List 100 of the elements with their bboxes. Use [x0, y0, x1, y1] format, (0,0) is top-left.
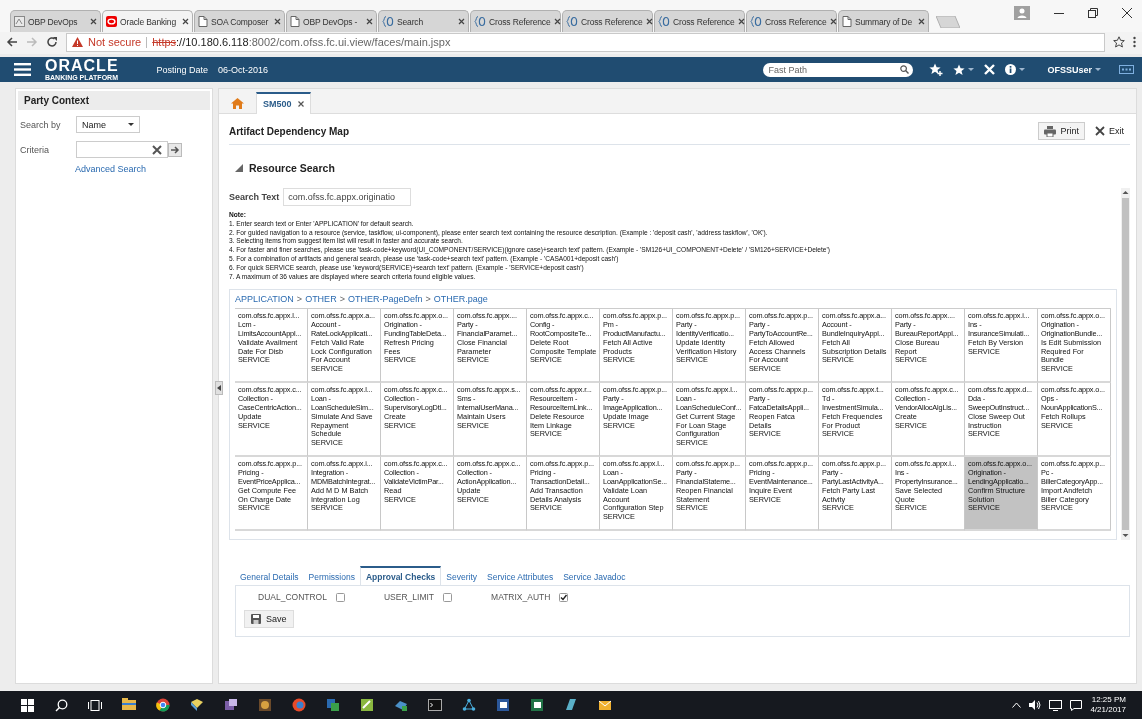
security-warning: Not secure: [88, 36, 142, 48]
close-icon[interactable]: [297, 101, 304, 107]
favorites-icon[interactable]: [953, 63, 966, 76]
app-icon[interactable]: [224, 698, 238, 712]
keyboard-icon[interactable]: [1119, 65, 1134, 74]
brace-icon: [658, 16, 670, 27]
app-icon[interactable]: [564, 698, 578, 712]
brace-icon: [750, 16, 762, 27]
search-by-dropdown[interactable]: Name: [76, 116, 140, 133]
breadcrumb-separator: >: [339, 294, 345, 305]
detail-tab[interactable]: Approval Checks: [359, 566, 442, 587]
document-icon: [198, 16, 208, 27]
search-icon[interactable]: [54, 698, 68, 712]
caret-icon: [968, 68, 975, 71]
scroll-down-icon[interactable]: [1122, 533, 1129, 539]
collapse-handle[interactable]: [215, 381, 223, 395]
browser-tab[interactable]: Cross Reference: [746, 10, 837, 32]
checkbox[interactable]: [559, 592, 569, 602]
close-icon[interactable]: [918, 18, 925, 25]
close-icon[interactable]: [366, 18, 373, 25]
browser-tab[interactable]: OBP DevOps -: [286, 10, 377, 32]
checkbox[interactable]: [335, 592, 345, 602]
go-button[interactable]: [168, 142, 182, 157]
scroll-up-icon[interactable]: [1122, 190, 1129, 195]
criteria-field[interactable]: [76, 141, 168, 158]
clock-time: 12:25 PM: [1091, 695, 1126, 705]
browser-tab[interactable]: Cross Reference: [654, 10, 745, 32]
bookmark-star-icon[interactable]: [1113, 36, 1125, 48]
browser-tab[interactable]: SOA Composer: [194, 10, 285, 32]
folder-icon[interactable]: [122, 698, 136, 712]
envelope-icon[interactable]: [598, 698, 612, 712]
windows-logo-icon[interactable]: [20, 698, 34, 712]
print-button[interactable]: Print: [1038, 122, 1085, 140]
brace-icon: [474, 16, 486, 27]
close-icon[interactable]: [737, 18, 745, 25]
browser-tab[interactable]: Search: [378, 10, 469, 32]
breadcrumb-link[interactable]: APPLICATION: [235, 294, 294, 305]
breadcrumb-link[interactable]: OTHER: [305, 294, 337, 305]
detail-tab[interactable]: General Details: [235, 566, 304, 586]
terminal-icon[interactable]: [428, 698, 442, 712]
field-label: Search by: [20, 119, 62, 130]
detail-tab[interactable]: Service Attributes: [482, 566, 559, 586]
app-icon[interactable]: [258, 698, 272, 712]
close-icon[interactable]: [645, 18, 653, 25]
close-icon[interactable]: [182, 18, 189, 25]
chevron-up-icon[interactable]: [1012, 702, 1022, 708]
brace-icon: [382, 16, 394, 27]
detail-tab[interactable]: Severity: [441, 566, 483, 586]
fast-path-field[interactable]: Fast Path: [763, 62, 914, 77]
back-icon[interactable]: [6, 36, 18, 48]
network-icon[interactable]: [1049, 699, 1063, 711]
notification-icon[interactable]: [1070, 699, 1083, 711]
browser-tab[interactable]: Cross Reference: [562, 10, 653, 32]
browser-tab[interactable]: Summary of De: [838, 10, 929, 32]
workspace-tab[interactable]: SM500: [256, 92, 311, 114]
brace-icon: [566, 16, 578, 27]
close-icon[interactable]: [1122, 8, 1132, 18]
close-icon[interactable]: [829, 18, 837, 25]
save-button[interactable]: Save: [244, 610, 294, 629]
field-label: Criteria: [20, 144, 50, 155]
info-icon[interactable]: [1005, 64, 1017, 75]
app-icon[interactable]: [462, 698, 476, 712]
url-text[interactable]: https://10.180.6.118:8002/com.ofss.fc.ui.view/faces/main.jspx: [152, 36, 451, 48]
search-text-field[interactable]: com.ofss.fc.appx.originatio: [283, 188, 412, 206]
checkbox[interactable]: [443, 592, 453, 602]
breadcrumb-link[interactable]: OTHER-PageDefn: [347, 294, 423, 305]
profile-icon[interactable]: [1014, 6, 1030, 20]
detail-tab[interactable]: Service Javadoc: [558, 566, 631, 586]
word-icon[interactable]: [496, 698, 510, 712]
scrollbar[interactable]: [1121, 188, 1130, 541]
user-menu[interactable]: OFSSUser: [1047, 64, 1092, 75]
address-bar[interactable]: Not secure https://10.180.6.118:8002/com.ofss.fc.ui.view/faces/main.jspx: [66, 32, 1105, 52]
checkbox-label: DUAL_CONTROL: [258, 592, 327, 603]
breadcrumb-link[interactable]: OTHER.page: [433, 294, 488, 305]
advanced-search-link[interactable]: Advanced Search: [75, 164, 147, 174]
browser-tab[interactable]: Oracle Banking: [102, 10, 193, 32]
restore-icon[interactable]: [1088, 8, 1098, 18]
close-icon[interactable]: [553, 18, 561, 25]
app-icon[interactable]: [190, 698, 204, 712]
task-view-icon[interactable]: [88, 699, 102, 711]
excel-icon[interactable]: [530, 698, 544, 712]
close-icon[interactable]: [274, 18, 281, 25]
broken-image-icon: [14, 16, 25, 27]
close-icon[interactable]: [90, 18, 97, 25]
chevron-left-icon: [217, 385, 221, 391]
close-icon[interactable]: [458, 18, 465, 25]
floppy-icon: [251, 614, 261, 625]
reload-icon[interactable]: [46, 36, 58, 48]
browser-tab[interactable]: OBP DevOps: [10, 10, 101, 32]
detail-tab[interactable]: Permissions: [303, 566, 360, 586]
add-favorite-icon[interactable]: [929, 63, 944, 76]
app-icon[interactable]: [360, 698, 374, 712]
checkbox-label: MATRIX_AUTH: [491, 592, 551, 603]
section-header[interactable]: Resource Search: [235, 160, 1130, 176]
menu-icon[interactable]: [14, 63, 31, 76]
exit-button[interactable]: Exit: [1089, 122, 1130, 140]
more-menu-icon[interactable]: [1133, 36, 1136, 48]
browser-icon[interactable]: [156, 698, 170, 712]
speaker-icon[interactable]: [1029, 700, 1042, 710]
browser-tab[interactable]: Cross Reference: [470, 10, 561, 32]
